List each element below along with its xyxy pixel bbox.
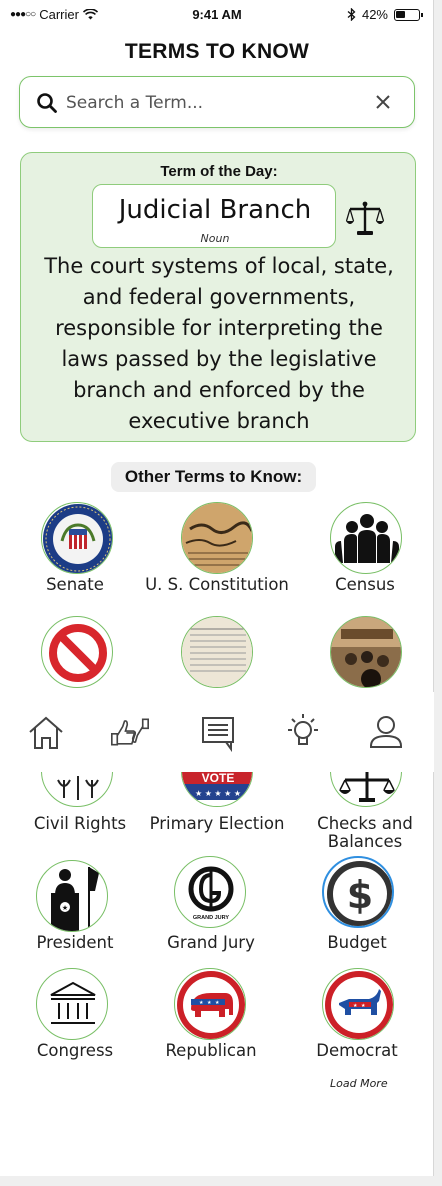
chat-icon[interactable]	[198, 712, 238, 752]
term-of-the-day-card[interactable]: Term of the Day: Judicial Branch Noun Th…	[20, 152, 416, 442]
svg-text:★: ★	[215, 1000, 220, 1006]
status-right: 42%	[347, 7, 423, 22]
svg-text:★: ★	[199, 1000, 204, 1006]
document-icon	[181, 616, 253, 688]
term-item-republican[interactable]: ★ ★ ★ Republican	[136, 968, 286, 1068]
svg-text:★: ★	[207, 1000, 212, 1006]
part-of-speech: Noun	[200, 232, 230, 245]
term-word-card: Judicial Branch Noun	[92, 184, 336, 248]
term-label: President	[36, 933, 114, 952]
term-label: Congress	[36, 1041, 114, 1060]
term-label: Census	[335, 575, 395, 594]
courtroom-icon	[330, 616, 402, 688]
search-input[interactable]	[66, 89, 366, 117]
term-item-senate[interactable]: Senate	[0, 502, 150, 602]
tab-bar	[0, 692, 434, 772]
terms-grid-lower: Civil Rights VOTE ★ ★ ★ ★ ★ Primary Elect…	[0, 772, 434, 1176]
term-item-democrat[interactable]: ★ ★ Democrat	[282, 968, 432, 1068]
search-icon	[37, 93, 57, 113]
window-edge-bottom	[0, 1176, 442, 1186]
balance-icon	[330, 772, 402, 807]
term-label: Republican	[165, 1041, 257, 1060]
constitution-icon	[181, 502, 253, 574]
vote-badge-text: VOTE	[202, 772, 235, 785]
term-label: Civil Rights	[33, 814, 127, 833]
term-item-congress[interactable]: Congress	[0, 968, 150, 1068]
elephant-icon: ★ ★ ★	[174, 968, 246, 1040]
svg-text:★: ★	[361, 1003, 366, 1009]
term-item-checks-and-balances[interactable]: Checks and Balances	[290, 772, 434, 853]
user-icon[interactable]	[366, 712, 406, 752]
svg-text:★: ★	[353, 1003, 358, 1009]
term-label: Budget	[327, 933, 387, 952]
status-bar: ●●●○○ Carrier 9:41 AM 42%	[0, 0, 434, 30]
podium-icon: ★	[36, 860, 108, 932]
donkey-icon: ★ ★	[322, 968, 394, 1040]
term-label: Senate	[46, 575, 104, 594]
battery-percent: 42%	[361, 7, 388, 22]
term-item-constitution[interactable]: U. S. Constitution	[142, 502, 292, 602]
capitol-building-icon	[36, 968, 108, 1040]
other-terms-heading: Other Terms to Know:	[111, 462, 316, 492]
lightbulb-icon[interactable]	[283, 712, 323, 752]
people-icon	[330, 502, 402, 574]
grand-jury-badge-text: GRAND JURY	[193, 915, 229, 921]
page-title: TERMS TO KNOW	[124, 40, 310, 63]
term-item-census[interactable]: Census	[290, 502, 440, 602]
home-icon[interactable]	[26, 712, 66, 752]
term-item-prohibited[interactable]	[0, 616, 150, 692]
window-edge-right	[434, 0, 442, 1186]
bluetooth-icon	[347, 8, 356, 21]
load-more-link[interactable]: Load More	[330, 1077, 410, 1090]
senate-seal-icon	[41, 502, 113, 574]
term-item-primary-election[interactable]: VOTE ★ ★ ★ ★ ★ Primary Election	[142, 772, 292, 853]
thumbs-icon[interactable]	[110, 712, 150, 752]
term-definition: The court systems of local, state, and f…	[44, 254, 394, 433]
term-of-the-day-label: Term of the Day:	[160, 163, 278, 180]
term-label: Primary Election	[149, 814, 285, 833]
svg-text:★ ★ ★ ★ ★: ★ ★ ★ ★ ★	[195, 789, 241, 798]
svg-text:$: $	[347, 873, 373, 917]
term-item-president[interactable]: ★ President	[0, 860, 150, 960]
term-item-document[interactable]	[142, 616, 292, 692]
grand-jury-icon: GRAND JURY	[174, 856, 246, 928]
term-item-courtroom[interactable]	[290, 616, 440, 692]
term-item-civil-rights[interactable]: Civil Rights	[5, 772, 155, 853]
civil-rights-icon	[41, 772, 113, 807]
svg-text:★: ★	[62, 904, 68, 912]
term-label: Checks and Balances	[317, 814, 413, 851]
close-icon[interactable]	[374, 93, 392, 111]
term-word: Judicial Branch	[118, 195, 312, 225]
term-label: Democrat	[316, 1041, 398, 1060]
scale-icon	[346, 201, 384, 235]
term-label: Grand Jury	[167, 933, 255, 952]
term-item-grand-jury[interactable]: GRAND JURY Grand Jury	[136, 856, 286, 960]
prohibited-icon	[41, 616, 113, 688]
dollar-icon: $	[322, 856, 394, 928]
term-label: U. S. Constitution	[145, 575, 289, 594]
search-bar[interactable]	[19, 76, 415, 128]
term-item-budget[interactable]: $ Budget	[282, 856, 432, 960]
vote-badge-icon: VOTE ★ ★ ★ ★ ★	[181, 772, 253, 807]
app-screen: ●●●○○ Carrier 9:41 AM 42% TERMS TO KNOW …	[0, 0, 434, 1176]
battery-icon	[394, 8, 423, 21]
